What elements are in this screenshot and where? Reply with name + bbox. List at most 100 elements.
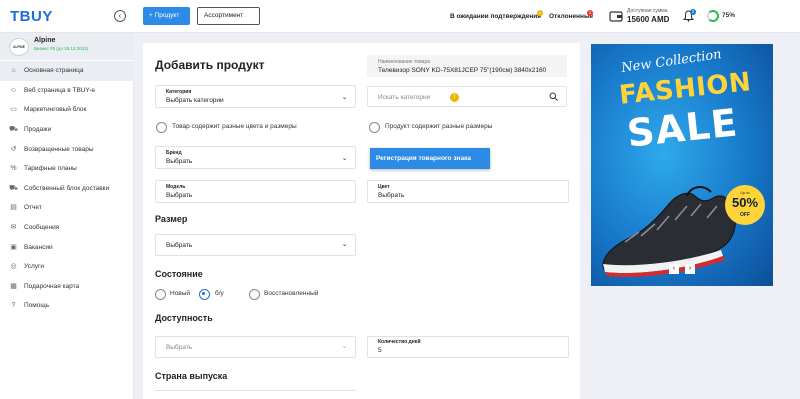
assortment-button[interactable]: Ассортимент xyxy=(197,7,260,25)
condition-refurbished-radio[interactable] xyxy=(249,289,260,300)
condition-heading: Состояние xyxy=(155,269,203,279)
colors-sizes-radio[interactable] xyxy=(156,122,167,133)
sidebar-item[interactable]: ▤ Отчет xyxy=(0,198,134,218)
sidebar-item-label: Услуги xyxy=(24,263,44,271)
sidebar-item-label: Собственный блок доставки xyxy=(24,184,110,192)
sidebar-item-label: Сообщения xyxy=(24,224,60,232)
home-icon: ⌂ xyxy=(11,67,16,75)
country-heading: Страна выпуска xyxy=(155,371,228,381)
logo[interactable]: TBUY xyxy=(10,8,53,25)
sidebar-item[interactable]: ▭ Маркетинговый блок xyxy=(0,100,134,120)
pending-badge: 1 xyxy=(537,10,543,16)
add-product-button[interactable]: + Продукт xyxy=(143,7,190,25)
category-select[interactable]: Категория Выбрать категории ⌄ xyxy=(155,85,356,108)
sidebar-item[interactable]: % Тарифные планы xyxy=(0,159,134,179)
profile-card[interactable]: ALPINE Alpine Бизнес #5 (до 18.12.2021) xyxy=(0,33,134,60)
sidebar-item[interactable]: ▣ Вакансии xyxy=(0,237,134,257)
info-badge: ! xyxy=(450,93,459,102)
condition-used-radio[interactable] xyxy=(199,289,210,300)
page-title: Добавить продукт xyxy=(155,58,265,72)
sidebar-item[interactable]: ⛟ Собственный блок доставки xyxy=(0,179,134,199)
profile-plan: Бизнес #5 (до 18.12.2021) xyxy=(34,46,89,51)
brand-select[interactable]: Бренд Выбрать ⌄ xyxy=(155,146,356,169)
sidebar: ALPINE Alpine Бизнес #5 (до 18.12.2021) … xyxy=(0,33,134,399)
banner-sale: SALE xyxy=(625,100,740,156)
cart-icon: ⛟ xyxy=(9,126,18,134)
sidebar-item-label: Тарифные планы xyxy=(24,165,77,173)
product-name-value: Телевизор SONY KD-75X81JCEP 75"(190см) 3… xyxy=(378,67,547,74)
monitor-icon: ▭ xyxy=(10,106,17,114)
percent-icon: % xyxy=(10,165,17,173)
add-product-form: Добавить продукт Наименование товара Тел… xyxy=(143,43,580,399)
rejected-badge: 1 xyxy=(587,10,593,16)
wallet-icon[interactable] xyxy=(609,10,623,22)
sidebar-item-label: Вакансии xyxy=(24,243,53,251)
product-name-label: Наименование товара xyxy=(378,59,431,65)
sidebar-item-label: Маркетинговый блок xyxy=(24,106,87,114)
color-field[interactable]: Цвет Выбрать xyxy=(367,180,569,203)
chevron-left-icon[interactable]: ‹ xyxy=(114,10,126,22)
top-header: TBUY ‹ + Продукт Ассортимент В ожидании … xyxy=(0,0,800,33)
availability-select[interactable]: Выбрать ⌄ xyxy=(155,336,356,358)
sidebar-item-label: Возвращенные товары xyxy=(24,145,94,153)
sidebar-item-label: Основная страница xyxy=(24,67,84,75)
profile-progress-value: 75% xyxy=(722,12,736,19)
pending-link[interactable]: В ожидании подтверждения xyxy=(450,13,541,20)
model-value: Выбрать xyxy=(166,192,193,199)
condition-new-radio[interactable] xyxy=(155,289,166,300)
colors-sizes-label: Товар содержит разные цвета и размеры xyxy=(172,123,297,130)
condition-refurbished-label: Восстановленный xyxy=(264,290,319,297)
balance-label: Доступная сумма xyxy=(627,8,668,14)
truck-icon: ⛟ xyxy=(9,184,18,192)
color-value: Выбрать xyxy=(378,192,405,199)
sidebar-item[interactable]: ⛟ Продажи xyxy=(0,120,134,140)
avatar: ALPINE xyxy=(9,38,29,56)
sidebar-item-label: Продажи xyxy=(24,126,52,134)
sidebar-item[interactable]: ⌂ Основная страница xyxy=(0,61,134,81)
product-name-field[interactable]: Наименование товара Телевизор SONY KD-75… xyxy=(367,55,567,77)
report-icon: ▤ xyxy=(10,204,17,212)
availability-heading: Доступность xyxy=(155,313,213,323)
balance-value: 15600 AMD xyxy=(627,15,670,24)
days-count-field[interactable]: Количество дней 5 xyxy=(367,336,569,358)
sidebar-item-label: Подарочная карта xyxy=(24,282,80,290)
banner-prev-button[interactable]: ‹ xyxy=(669,264,679,274)
help-icon: ? xyxy=(11,302,16,310)
trademark-registration-button[interactable]: Регистрация товарного знака xyxy=(370,148,490,169)
chevron-down-icon: ⌄ xyxy=(341,155,348,162)
model-field[interactable]: Модель Выбрать xyxy=(155,180,356,203)
profile-name: Alpine xyxy=(34,37,56,44)
mail-icon: ✉ xyxy=(10,224,17,232)
size-heading: Размер xyxy=(155,214,188,224)
sidebar-item-label: Веб страница в TBUY-е xyxy=(24,86,96,94)
sidebar-item[interactable]: ✉ Сообщения xyxy=(0,218,134,238)
discount-tag: Up to 50% OFF xyxy=(725,185,765,225)
promo-banner[interactable]: New Collection FASHION SALE Up to 50% OF… xyxy=(591,44,773,286)
sidebar-item[interactable]: ☺ Веб страница в TBUY-е xyxy=(0,81,134,101)
sidebar-item[interactable]: ? Помощь xyxy=(0,296,134,316)
chevron-down-icon: ⌄ xyxy=(341,241,348,248)
category-search-input[interactable]: Искать категории ! xyxy=(367,86,567,107)
sidebar-item[interactable]: ▦ Подарочная карта xyxy=(0,277,134,297)
condition-new-label: Новый xyxy=(170,290,191,297)
days-count-value: 5 xyxy=(378,347,382,354)
gift-card-icon: ▦ xyxy=(10,282,17,290)
size-value: Выбрать xyxy=(166,242,193,249)
sidebar-item-label: Помощь xyxy=(24,302,50,310)
brand-label: Бренд xyxy=(166,150,182,156)
brand-value: Выбрать xyxy=(166,158,193,165)
chevron-down-icon: ⌄ xyxy=(341,94,348,101)
sizes-radio[interactable] xyxy=(369,122,380,133)
availability-value: Выбрать xyxy=(166,344,193,351)
notification-badge: 2 xyxy=(690,9,696,15)
sizes-label: Продукт содержит разные размеры xyxy=(385,123,493,130)
category-value: Выбрать категории xyxy=(166,97,224,104)
search-icon[interactable] xyxy=(549,92,558,101)
banner-next-button[interactable]: › xyxy=(685,264,695,274)
sidebar-item[interactable]: ◎ Услуги xyxy=(0,257,134,277)
size-select[interactable]: Выбрать ⌄ xyxy=(155,234,356,256)
profile-progress-ring xyxy=(707,10,719,22)
chevron-down-icon: ⌄ xyxy=(341,343,348,350)
sidebar-item[interactable]: ↺ Возвращенные товары xyxy=(0,139,134,159)
model-label: Модель xyxy=(166,184,186,190)
